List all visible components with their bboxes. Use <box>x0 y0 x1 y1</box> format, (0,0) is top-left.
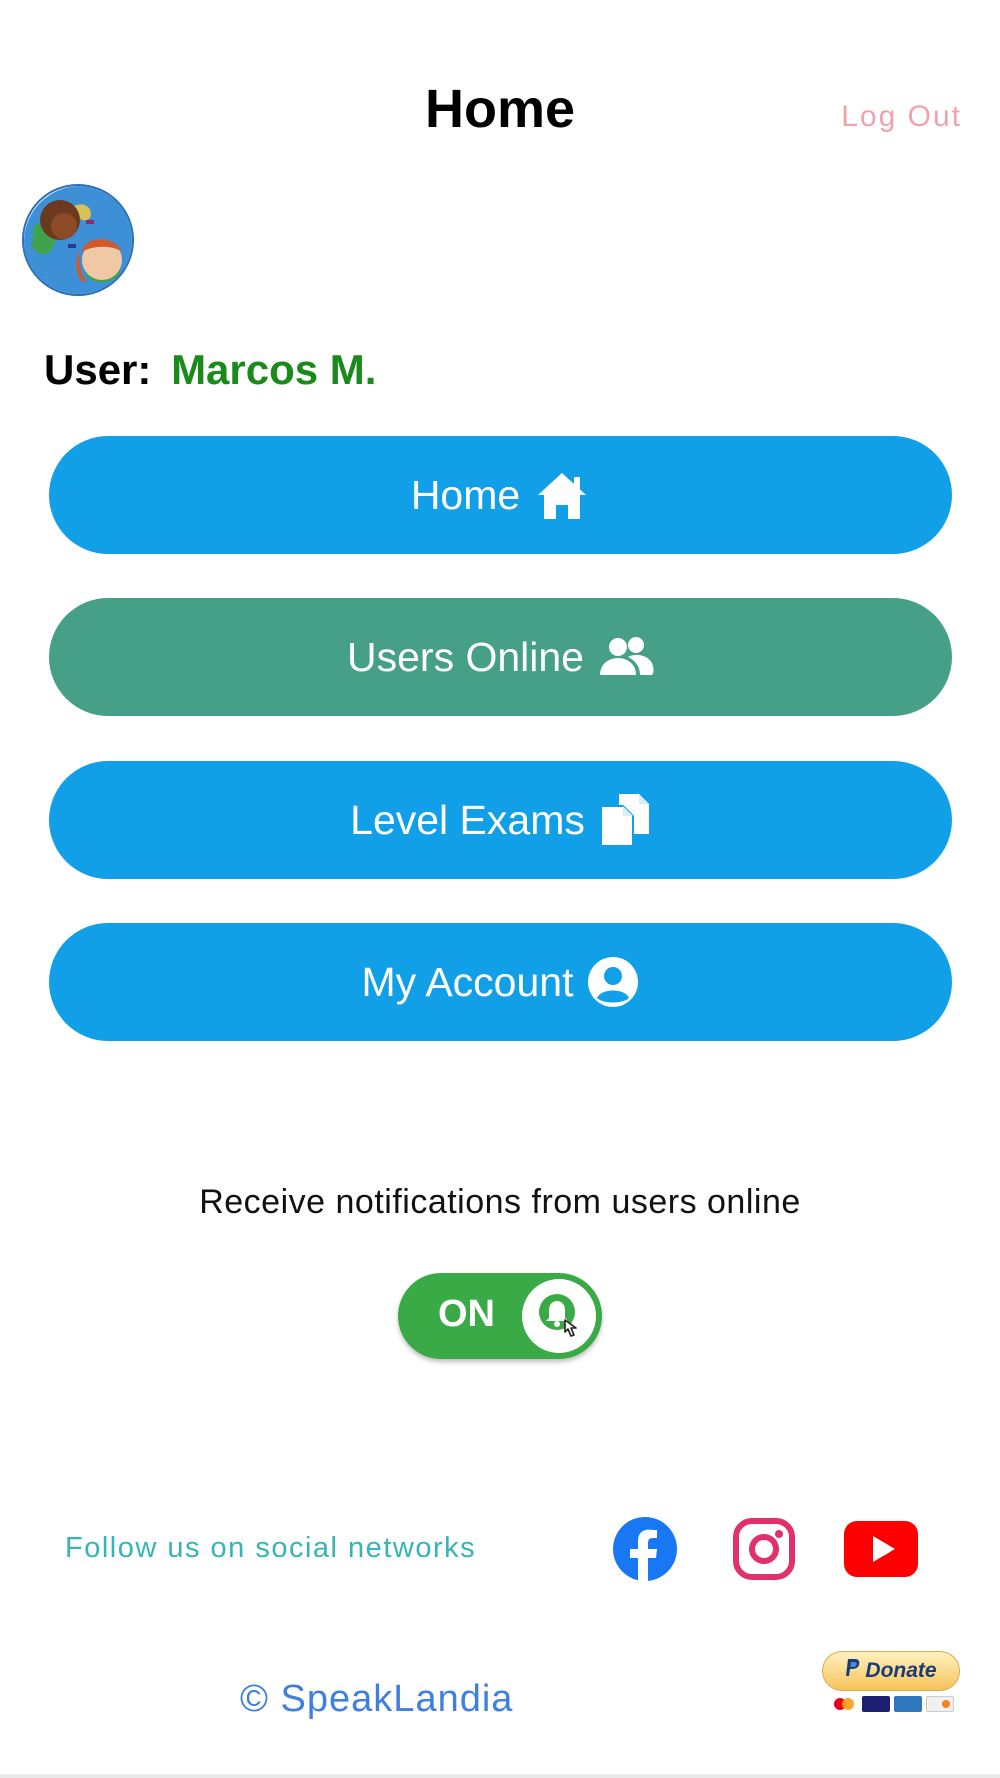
level-exams-button[interactable]: Level Exams <box>49 761 952 879</box>
follow-us-text: Follow us on social networks <box>65 1532 477 1564</box>
donate-label: Donate <box>865 1659 937 1682</box>
mastercard-icon <box>830 1696 858 1712</box>
toggle-knob[interactable] <box>522 1279 596 1353</box>
house-icon <box>534 469 590 521</box>
payment-cards <box>830 1696 954 1712</box>
users-online-button-label: Users Online <box>347 633 584 680</box>
paypal-icon <box>845 1658 861 1684</box>
user-circle-icon <box>587 956 639 1008</box>
copyright-text: © SpeakLandia <box>240 1678 514 1720</box>
youtube-icon[interactable] <box>843 1519 919 1579</box>
user-line: User: Marcos M. <box>44 346 376 394</box>
home-button[interactable]: Home <box>49 436 952 554</box>
my-account-button[interactable]: My Account <box>49 923 952 1041</box>
instagram-icon[interactable] <box>731 1516 797 1582</box>
amex-icon <box>894 1696 922 1712</box>
visa-icon <box>862 1696 890 1712</box>
facebook-icon[interactable] <box>612 1516 678 1582</box>
notifications-label: Receive notifications from users online <box>199 1183 801 1221</box>
bell-icon <box>539 1294 577 1337</box>
users-online-button[interactable]: Users Online <box>49 598 952 716</box>
bottom-divider <box>0 1774 1000 1778</box>
toggle-state-label: ON <box>438 1293 495 1335</box>
user-label: User: <box>44 346 152 393</box>
discover-icon <box>926 1696 954 1712</box>
my-account-button-label: My Account <box>361 958 574 1005</box>
users-icon <box>598 635 654 679</box>
level-exams-button-label: Level Exams <box>350 796 585 843</box>
home-button-label: Home <box>410 471 521 518</box>
documents-icon <box>599 792 651 848</box>
paypal-donate-button[interactable]: Donate <box>822 1651 960 1691</box>
avatar <box>22 184 134 296</box>
notifications-toggle[interactable]: ON <box>398 1273 602 1359</box>
user-name: Marcos M. <box>171 346 377 393</box>
logout-link[interactable]: Log Out <box>841 100 962 134</box>
